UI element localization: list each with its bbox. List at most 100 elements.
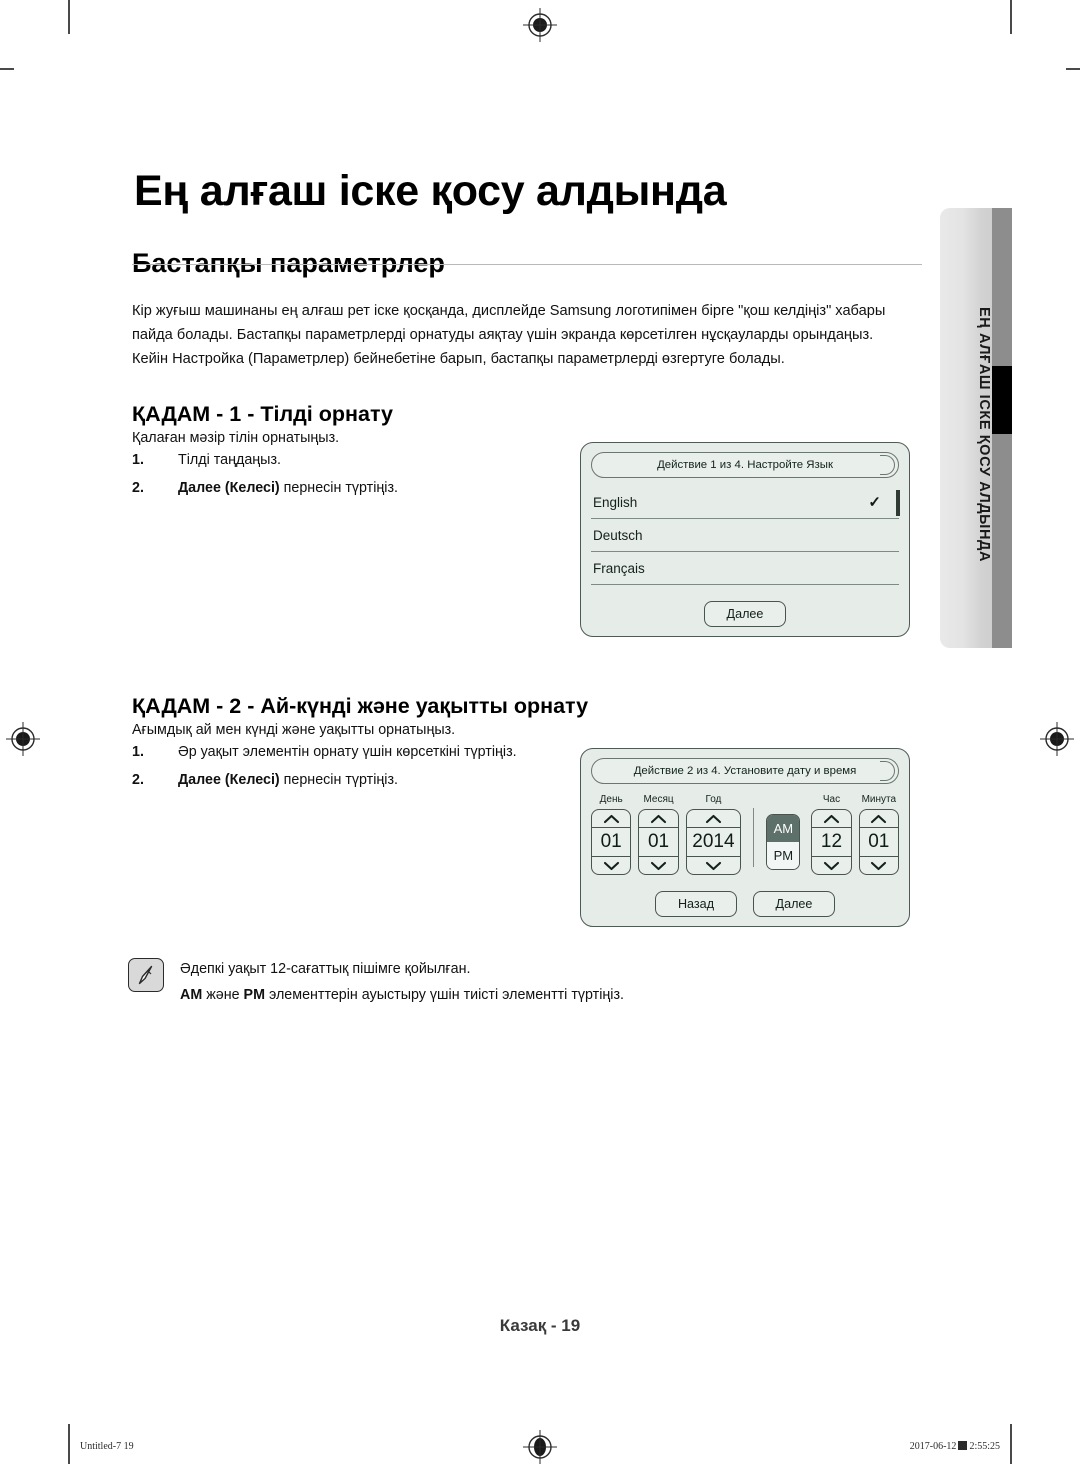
hour-spinner[interactable]: 12: [811, 809, 852, 875]
list-item-number: 2.: [132, 772, 144, 788]
registration-mark-top: [523, 8, 557, 42]
crop-mark-right-horizontal: [1066, 68, 1080, 70]
chevron-down-icon[interactable]: [686, 856, 741, 874]
list-item-text: Әр уақыт элементін орнату үшін көрсеткін…: [178, 744, 517, 760]
device-screen-language: Действие 1 из 4. Настройте Язык English …: [580, 442, 910, 637]
chevron-up-icon[interactable]: [812, 810, 851, 828]
device-screen-title: Действие 1 из 4. Настройте Язык: [591, 452, 899, 478]
device-screen-title: Действие 2 из 4. Установите дату и время: [591, 758, 899, 784]
spinner-value: 01: [868, 831, 890, 852]
spinner-label: Минута: [861, 794, 897, 805]
chevron-down-icon[interactable]: [592, 856, 631, 874]
spinner-group-year: Год 2014: [685, 794, 742, 875]
unsupported-glyph-icon: [958, 1441, 968, 1450]
note-bold-pm: PM: [243, 987, 265, 1003]
page-number: Казақ - 19: [499, 1316, 581, 1335]
minute-spinner[interactable]: 01: [858, 809, 899, 875]
list-item: 2. Далее (Келесі) пернесін түртіңіз.: [132, 770, 517, 790]
step2-lead: Ағымдық ай мен күнді және уақытты орнаты…: [132, 722, 456, 739]
step1-heading: ҚАДАМ - 1 - Тілді орнату: [132, 401, 393, 426]
registration-mark-bottom: [523, 1430, 557, 1464]
device-screen-footer: Далее: [591, 601, 899, 627]
spinner-group-hour: Час 12: [811, 794, 852, 875]
intro-paragraph: Кір жуғыш машинаны ең алғаш рет іске қос…: [132, 302, 886, 367]
chevron-down-icon[interactable]: [639, 856, 678, 874]
vertical-divider: [753, 808, 755, 867]
list-item: 1. Тілді таңдаңыз.: [132, 450, 398, 470]
list-item-number: 2.: [132, 480, 144, 496]
chevron-down-icon[interactable]: [812, 856, 851, 874]
spinner-group-day: День 01: [591, 794, 632, 875]
step1-lead: Қалаған мәзір тілін орнатыңыз.: [132, 430, 340, 447]
language-option-francais[interactable]: Français: [591, 552, 899, 585]
registration-mark-left: [6, 722, 40, 756]
device-screen-footer: Назад Далее: [591, 891, 899, 917]
crop-mark-bottom-right-vertical: [1010, 1424, 1012, 1464]
device-screen-datetime: Действие 2 из 4. Установите дату и время…: [580, 748, 910, 927]
note-bold-am: AM: [180, 987, 203, 1003]
list-item-number: 1.: [132, 744, 144, 760]
step1-list: 1. Тілді таңдаңыз. 2. Далее (Келесі) пер…: [132, 450, 398, 506]
crop-mark-bottom-left-vertical: [68, 1424, 70, 1464]
note-text: Әдепкі уақыт 12-сағаттық пішімге қойылға…: [180, 956, 828, 1008]
note-line-2: AM және PM элементтерін ауыстыру үшін ти…: [180, 982, 828, 1008]
spinner-group-month: Месяц 01: [638, 794, 679, 875]
chevron-down-icon[interactable]: [859, 856, 898, 874]
chevron-up-icon[interactable]: [686, 810, 741, 828]
year-spinner[interactable]: 2014: [685, 809, 742, 875]
note-block: Әдепкі уақыт 12-сағаттық пішімге қойылға…: [128, 956, 828, 1008]
spinner-value: 01: [647, 831, 670, 852]
registration-mark-right: [1040, 722, 1074, 756]
spinner-label: Месяц: [643, 794, 674, 805]
list-item: 1. Әр уақыт элементін орнату үшін көрсет…: [132, 742, 517, 762]
list-item: 2. Далее (Келесі) пернесін түртіңіз.: [132, 478, 398, 498]
language-option-label: Français: [593, 560, 645, 576]
spinner-value: 12: [820, 831, 843, 852]
note-rest: элементтерін ауыстыру үшін тиісті элемен…: [265, 987, 624, 1003]
meridiem-toggle[interactable]: AM PM: [766, 814, 801, 870]
language-option-label: English: [593, 494, 638, 510]
language-option-list: English ✓ Deutsch Français: [591, 486, 900, 585]
list-item-text: Тілді таңдаңыз.: [178, 452, 281, 468]
language-option-deutsch[interactable]: Deutsch: [591, 519, 899, 552]
list-item-text: пернесін түртіңіз.: [279, 772, 398, 788]
list-item-bold: Далее (Келесі): [178, 772, 280, 788]
chevron-up-icon[interactable]: [639, 810, 678, 828]
note-pen-icon: [128, 958, 164, 992]
spinner-value: 2014: [692, 831, 735, 852]
spinner-group-minute: Минута 01: [858, 794, 899, 875]
side-tab-marker: [992, 366, 1012, 434]
check-icon: ✓: [868, 494, 881, 511]
note-line-1: Әдепкі уақыт 12-сағаттық пішімге қойылға…: [180, 961, 471, 977]
spinner-label: Год: [705, 794, 722, 805]
note-mid: және: [202, 987, 244, 1003]
meridiem-am-option[interactable]: AM: [767, 815, 800, 842]
crop-mark-top-right-vertical: [1010, 0, 1012, 34]
chevron-up-icon[interactable]: [859, 810, 898, 828]
list-item-bold: Далее (Келесі): [178, 480, 280, 496]
print-slug-left: Untitled-7 19: [80, 1441, 134, 1452]
section-rule: [132, 264, 922, 265]
month-spinner[interactable]: 01: [638, 809, 679, 875]
language-option-english[interactable]: English ✓: [591, 486, 899, 519]
spinner-label: День: [599, 794, 623, 805]
next-button[interactable]: Далее: [753, 891, 835, 917]
side-tab-label: ЕҢ АЛҒАШ ІСКЕ ҚОСУ АЛДЫНДА: [976, 307, 992, 563]
step2-list: 1. Әр уақыт элементін орнату үшін көрсет…: [132, 742, 517, 798]
print-slug-date: 2017-06-12: [909, 1441, 957, 1452]
next-button[interactable]: Далее: [704, 601, 786, 627]
chevron-up-icon[interactable]: [592, 810, 631, 828]
crop-mark-left-horizontal: [0, 68, 14, 70]
meridiem-pm-option[interactable]: PM: [767, 842, 800, 869]
print-slug-right: 2017-06-12 2:55:25: [910, 1441, 1000, 1452]
step2-heading: ҚАДАМ - 2 - Ай-күнді және уақытты орнату: [132, 693, 589, 718]
day-spinner[interactable]: 01: [591, 809, 632, 875]
page-sheet: ЕҢ АЛҒАШ ІСКЕ ҚОСУ АЛДЫНДА Ең алғаш іске…: [68, 68, 1012, 1404]
crop-mark-top-left-vertical: [68, 0, 70, 34]
language-option-label: Deutsch: [593, 527, 643, 543]
print-slug-time: 2:55:25: [969, 1441, 1000, 1452]
datetime-spinner-area: День 01 Месяц 01 Год 2014 AM PM Час 12 М…: [591, 794, 899, 875]
list-item-number: 1.: [132, 452, 144, 468]
back-button[interactable]: Назад: [655, 891, 737, 917]
list-item-text: пернесін түртіңіз.: [279, 480, 398, 496]
